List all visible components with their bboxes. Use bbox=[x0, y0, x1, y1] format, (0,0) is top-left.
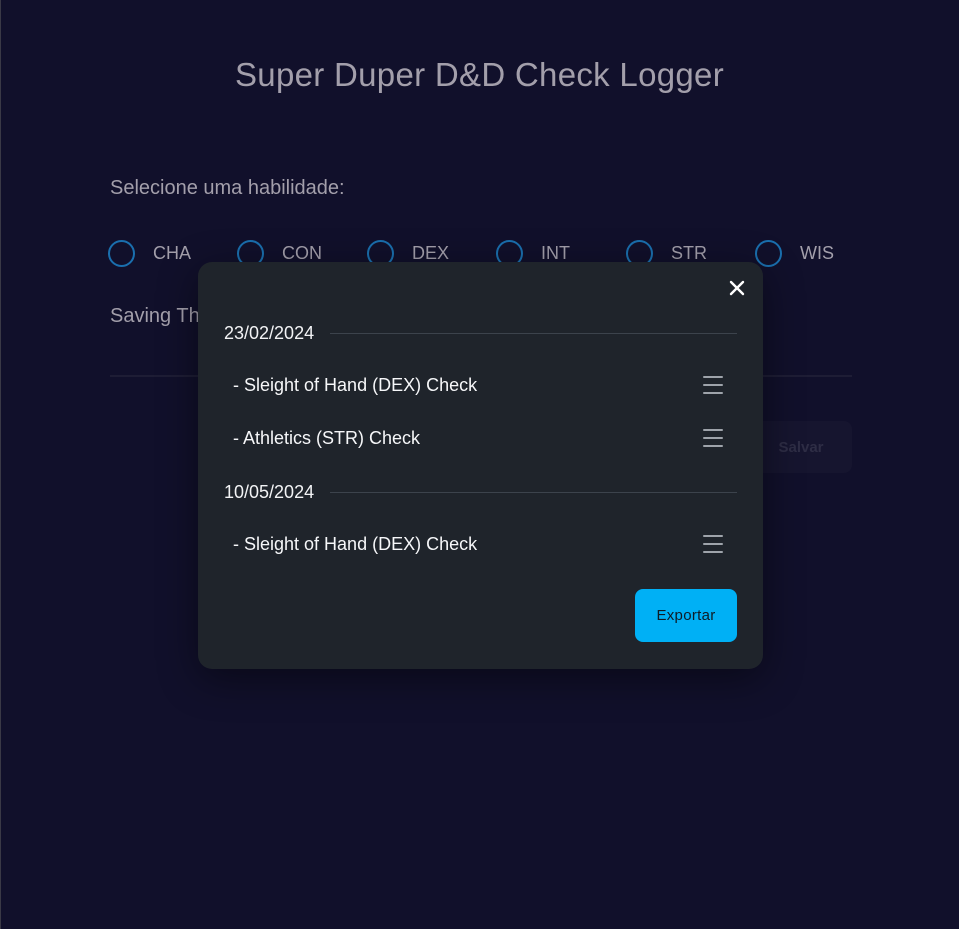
log-entry-text: - Sleight of Hand (DEX) Check bbox=[233, 374, 478, 395]
ability-prompt: Selecione uma habilidade: bbox=[110, 177, 345, 199]
close-icon[interactable] bbox=[727, 278, 747, 298]
ability-label: INT bbox=[541, 242, 570, 263]
ability-label: CON bbox=[282, 242, 322, 263]
radio-unchecked-icon[interactable] bbox=[108, 239, 135, 267]
date-group-header: 10/05/2024 bbox=[224, 480, 737, 504]
date-divider bbox=[330, 491, 737, 493]
log-entry-text: - Athletics (STR) Check bbox=[233, 427, 421, 448]
page-border bbox=[0, 0, 1, 929]
ability-label: DEX bbox=[412, 242, 450, 263]
ability-label: CHA bbox=[153, 242, 192, 263]
ability-option-wis[interactable]: WIS bbox=[755, 239, 834, 267]
saving-throw-label: Saving Th bbox=[110, 305, 200, 327]
save-button[interactable]: Salvar bbox=[750, 421, 852, 473]
log-entry: - Sleight of Hand (DEX) Check bbox=[233, 370, 723, 400]
date-divider bbox=[330, 332, 737, 334]
date-label: 23/02/2024 bbox=[224, 322, 315, 343]
menu-icon[interactable] bbox=[703, 429, 723, 447]
menu-icon[interactable] bbox=[703, 535, 723, 553]
log-entry: - Sleight of Hand (DEX) Check bbox=[233, 529, 723, 559]
menu-icon[interactable] bbox=[703, 376, 723, 394]
log-entry-text: - Sleight of Hand (DEX) Check bbox=[233, 533, 478, 554]
page-title: Super Duper D&D Check Logger bbox=[235, 56, 724, 93]
check-log-modal: 23/02/2024 - Sleight of Hand (DEX) Check… bbox=[198, 262, 763, 669]
date-label: 10/05/2024 bbox=[224, 481, 315, 502]
ability-option-cha[interactable]: CHA bbox=[108, 239, 191, 267]
ability-label: WIS bbox=[800, 242, 834, 263]
ability-label: STR bbox=[671, 242, 707, 263]
date-group-header: 23/02/2024 bbox=[224, 321, 737, 345]
radio-unchecked-icon[interactable] bbox=[755, 239, 782, 267]
log-entry: - Athletics (STR) Check bbox=[233, 423, 723, 453]
export-button[interactable]: Exportar bbox=[635, 589, 737, 642]
